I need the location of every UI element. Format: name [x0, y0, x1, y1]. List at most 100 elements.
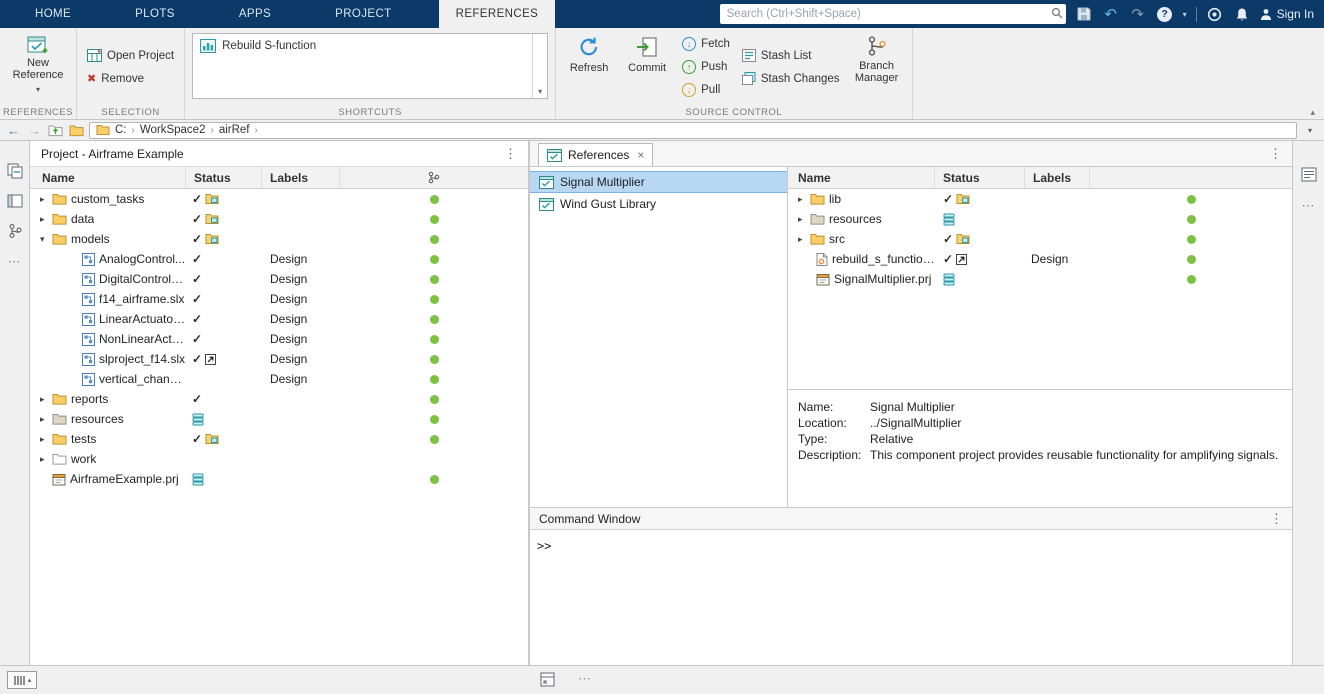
command-window-header[interactable]: Command Window ⋮ [530, 508, 1292, 530]
help-dropdown-caret[interactable]: ▾ [1183, 10, 1187, 19]
table-row[interactable]: ▸reports✓ [30, 389, 528, 409]
table-row[interactable]: ▸resources [30, 409, 528, 429]
item-name: models [71, 232, 110, 246]
more-options-icon[interactable]: ⋯ [578, 671, 592, 687]
search-icon[interactable] [1048, 7, 1066, 22]
undo-icon[interactable]: ↶ [1102, 4, 1120, 24]
comparison-icon[interactable] [7, 163, 23, 179]
close-tab-icon[interactable]: × [637, 148, 644, 162]
table-row[interactable]: SignalMultiplier.prj [788, 269, 1292, 289]
gallery-expand-button[interactable]: ▾ [532, 34, 547, 98]
breadcrumb-segment[interactable]: airRef [219, 124, 250, 136]
top-tab-project[interactable]: PROJECT [318, 0, 408, 28]
forward-icon[interactable]: → [26, 122, 43, 139]
expand-arrow-icon[interactable]: ▸ [38, 394, 52, 405]
collapse-arrow-icon[interactable]: ▾ [38, 234, 52, 245]
table-row[interactable]: vertical_channe...Design [30, 369, 528, 389]
panel-layout-toggle[interactable]: ▴ [7, 671, 37, 689]
expand-arrow-icon[interactable]: ▸ [796, 214, 810, 225]
top-tab-plots[interactable]: PLOTS [118, 0, 192, 28]
table-row[interactable]: ▸data✓ [30, 209, 528, 229]
table-row[interactable]: DigitalControl.slx✓Design [30, 269, 528, 289]
column-header-labels[interactable]: Labels [1025, 167, 1090, 188]
table-row[interactable]: ▸work [30, 449, 528, 469]
address-breadcrumb[interactable]: C:›WorkSpace2›airRef› [89, 122, 1297, 139]
save-icon[interactable] [1075, 4, 1093, 24]
reference-list-item[interactable]: Signal Multiplier [530, 171, 787, 193]
column-header-labels[interactable]: Labels [262, 167, 340, 188]
breadcrumb-segment[interactable]: WorkSpace2 [140, 124, 206, 136]
checked-in-icon: ✓ [192, 353, 202, 365]
command-window[interactable]: >> [530, 530, 1292, 665]
doc-area-menu-icon[interactable]: ⋮ [1269, 146, 1292, 162]
push-button[interactable]: ↑ Push [679, 57, 733, 77]
browse-folder-icon[interactable] [68, 122, 85, 139]
back-icon[interactable]: ← [5, 122, 22, 139]
column-header-git[interactable] [340, 167, 528, 188]
column-header-status[interactable]: Status [935, 167, 1025, 188]
branch-manager-button[interactable]: Branch Manager [849, 31, 905, 88]
reference-list-item[interactable]: Wind Gust Library [530, 193, 787, 215]
table-row[interactable]: ▸lib✓ [788, 189, 1292, 209]
help-icon[interactable]: ? [1156, 4, 1174, 24]
new-reference-button[interactable]: New Reference ▾ [7, 31, 69, 100]
search-input[interactable] [720, 8, 1048, 20]
minimize-toolstrip-icon[interactable]: ▴ [1310, 107, 1315, 118]
folder-panel-icon[interactable] [7, 194, 23, 208]
more-options-icon[interactable]: ⋯ [8, 254, 22, 270]
column-header-name[interactable]: Name [30, 167, 186, 188]
table-row[interactable]: NonLinearActu...✓Design [30, 329, 528, 349]
property-inspector-icon[interactable] [1301, 167, 1317, 182]
rebuild-sfunction-icon [200, 39, 216, 53]
more-options-icon[interactable]: ⋯ [1302, 198, 1316, 214]
checked-in-icon: ✓ [192, 213, 202, 225]
address-dropdown-caret[interactable]: ▾ [1301, 126, 1319, 135]
references-doc-tab[interactable]: References × [538, 143, 653, 166]
redo-icon[interactable]: ↷ [1129, 4, 1147, 24]
pull-button[interactable]: ↓ Pull [679, 80, 733, 100]
refresh-button[interactable]: Refresh [563, 31, 615, 78]
status-ok-dot [430, 435, 439, 444]
community-icon[interactable] [1206, 4, 1224, 24]
expand-arrow-icon[interactable]: ▸ [38, 194, 52, 205]
top-tab-home[interactable]: HOME [18, 0, 88, 28]
expand-arrow-icon[interactable]: ▸ [38, 434, 52, 445]
top-tab-apps[interactable]: APPS [222, 0, 288, 28]
notifications-bell-icon[interactable] [1233, 4, 1251, 24]
table-row[interactable]: ▸custom_tasks✓ [30, 189, 528, 209]
column-header-status[interactable]: Status [186, 167, 262, 188]
expand-arrow-icon[interactable]: ▸ [796, 234, 810, 245]
panel-menu-icon[interactable]: ⋮ [504, 146, 517, 162]
up-one-level-icon[interactable] [47, 122, 64, 139]
table-row[interactable]: ▾models✓ [30, 229, 528, 249]
table-row[interactable]: LinearActuator...✓Design [30, 309, 528, 329]
remove-button[interactable]: ✖ Remove [84, 69, 177, 89]
table-row[interactable]: ▸tests✓ [30, 429, 528, 449]
restore-panel-icon[interactable] [540, 672, 555, 690]
command-window-menu-icon[interactable]: ⋮ [1270, 511, 1283, 527]
open-project-button[interactable]: Open Project [84, 46, 177, 66]
stash-changes-button[interactable]: Stash Changes [739, 69, 843, 89]
table-row[interactable]: AnalogControl...✓Design [30, 249, 528, 269]
rebuild-sfunction-shortcut[interactable]: Rebuild S-function [193, 34, 323, 58]
table-row[interactable]: rebuild_s_function...✓Design [788, 249, 1292, 269]
column-header-git[interactable] [1090, 167, 1292, 188]
table-row[interactable]: slproject_f14.slx✓Design [30, 349, 528, 369]
table-row[interactable]: ▸src✓ [788, 229, 1292, 249]
stash-list-button[interactable]: Stash List [739, 46, 843, 66]
table-row[interactable]: AirframeExample.prj [30, 469, 528, 489]
name-cell: ▸resources [30, 412, 186, 426]
expand-arrow-icon[interactable]: ▸ [38, 454, 52, 465]
column-header-name[interactable]: Name [788, 167, 935, 188]
fetch-button[interactable]: ↓ Fetch [679, 34, 733, 54]
top-tab-references[interactable]: REFERENCES [439, 0, 556, 28]
table-row[interactable]: f14_airframe.slx✓Design [30, 289, 528, 309]
breadcrumb-segment[interactable]: C: [115, 124, 127, 136]
source-control-panel-icon[interactable] [8, 223, 22, 239]
expand-arrow-icon[interactable]: ▸ [38, 414, 52, 425]
expand-arrow-icon[interactable]: ▸ [38, 214, 52, 225]
commit-button[interactable]: Commit [621, 31, 673, 78]
sign-in-button[interactable]: Sign In [1260, 7, 1314, 21]
expand-arrow-icon[interactable]: ▸ [796, 194, 810, 205]
table-row[interactable]: ▸resources [788, 209, 1292, 229]
